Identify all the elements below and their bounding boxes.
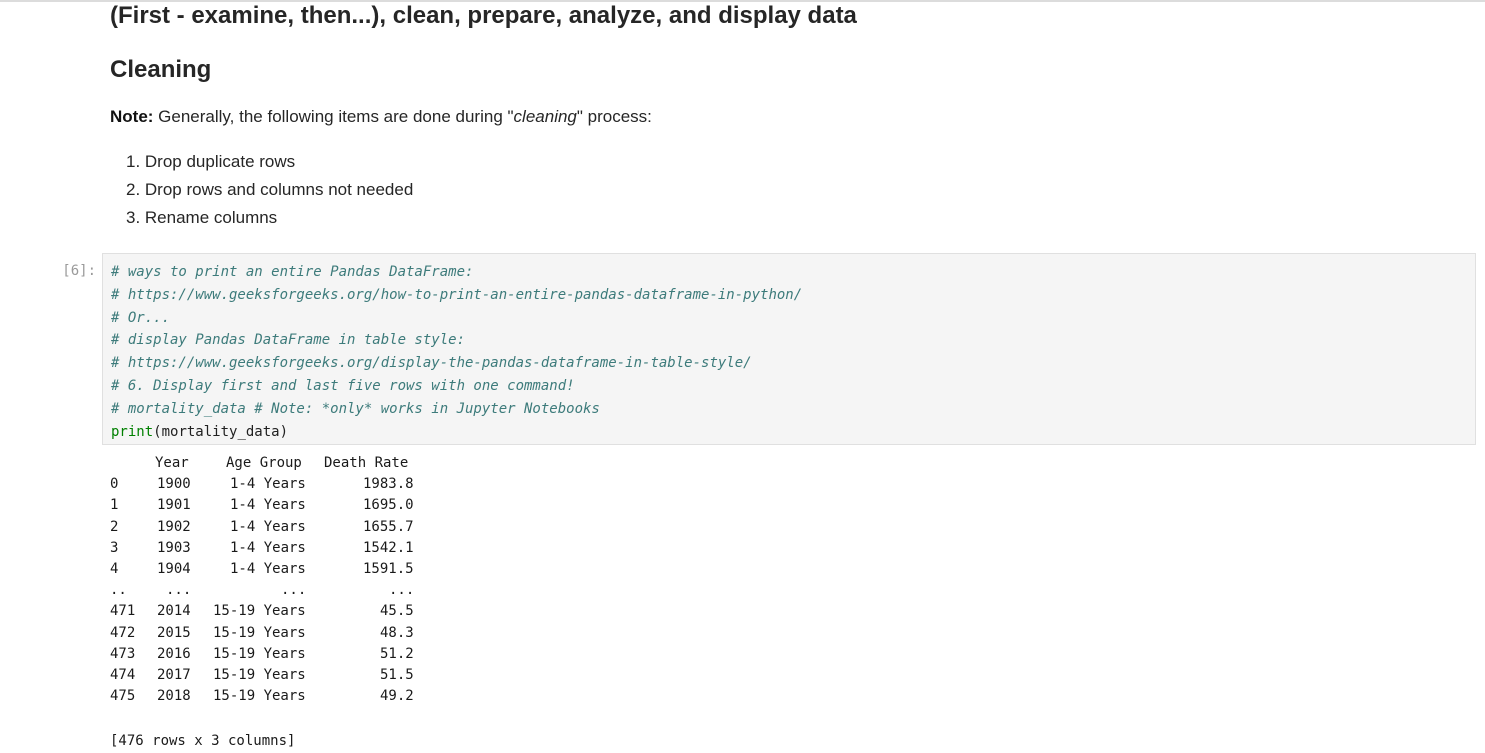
code-comment-line: # display Pandas DataFrame in table styl… — [111, 332, 466, 349]
cell-year: 1904 — [157, 560, 191, 577]
cleaning-steps-list: 1. Drop duplicate rows 2. Drop rows and … — [126, 150, 413, 234]
cell-death-rate: 1695.0 — [363, 497, 414, 514]
note-label: Note: — [110, 107, 154, 126]
cell-age-group: 15-19 Years — [213, 688, 306, 705]
row-index: 472 — [110, 624, 136, 641]
step-item: 1. Drop duplicate rows — [126, 152, 296, 171]
cell-year: 2018 — [157, 688, 191, 705]
cell-year: 2015 — [157, 624, 191, 641]
row-index: .. — [110, 582, 127, 599]
code-comment-line: # Or... — [111, 309, 171, 326]
cell-year: 1903 — [157, 539, 191, 556]
note-paragraph: Note: Generally, the following items are… — [110, 105, 652, 129]
code-lines: # ways to print an entire Pandas DataFra… — [111, 261, 802, 443]
cell-death-rate: ... — [389, 582, 415, 599]
code-comment-line: # ways to print an entire Pandas DataFra… — [111, 264, 474, 280]
cell-age-group: 1-4 Years — [230, 539, 306, 556]
output-header-year: Year — [155, 455, 189, 471]
code-function-name: print — [111, 423, 154, 440]
step-item: 3. Rename columns — [126, 208, 278, 227]
cell-age-group: 1-4 Years — [230, 497, 306, 514]
section-heading-main: (First - examine, then...), clean, prepa… — [110, 2, 857, 29]
cell-year: 1901 — [157, 497, 191, 514]
row-index: 1 — [110, 497, 119, 514]
cell-death-rate: 49.2 — [380, 688, 414, 705]
cell-execution-prompt: [6]: — [62, 263, 96, 279]
cell-year: 2017 — [157, 666, 191, 683]
row-index: 474 — [110, 666, 136, 683]
cell-age-group: 1-4 Years — [230, 518, 306, 535]
code-function-args: (mortality_data) — [153, 423, 289, 440]
note-text-after: " process: — [576, 107, 652, 126]
cell-age-group: 15-19 Years — [213, 666, 306, 683]
output-summary: [476 rows x 3 columns] — [110, 733, 296, 749]
cell-death-rate: 1542.1 — [363, 539, 414, 556]
code-comment-line: # 6. Display first and last five rows wi… — [111, 377, 575, 394]
row-index: 3 — [110, 539, 119, 556]
cell-age-group: 1-4 Years — [230, 476, 306, 493]
cell-death-rate: 1983.8 — [363, 476, 414, 493]
code-print-line: print(mortality_data) — [111, 424, 288, 440]
note-italic-word: cleaning — [513, 107, 577, 126]
note-text-before: Generally, the following items are done … — [153, 107, 514, 126]
cell-age-group: 1-4 Years — [230, 560, 306, 577]
row-index: 471 — [110, 603, 136, 620]
cell-death-rate: 51.2 — [380, 645, 414, 662]
code-comment-line: # https://www.geeksforgeeks.org/display-… — [111, 355, 752, 372]
cell-age-group: 15-19 Years — [213, 645, 306, 662]
cell-age-group: 15-19 Years — [213, 624, 306, 641]
row-index: 0 — [110, 476, 119, 493]
cell-death-rate: 48.3 — [380, 624, 414, 641]
cell-age-group: ... — [281, 582, 307, 599]
step-item: 2. Drop rows and columns not needed — [126, 180, 414, 199]
output-header-age-group: Age Group — [226, 455, 302, 471]
cell-year: 2014 — [157, 603, 191, 620]
cell-death-rate: 1655.7 — [363, 518, 414, 535]
cell-year: 1900 — [157, 476, 191, 493]
cell-year: 1902 — [157, 518, 191, 535]
cell-death-rate: 45.5 — [380, 603, 414, 620]
output-header-death-rate: Death Rate — [324, 455, 409, 471]
row-index: 4 — [110, 560, 119, 577]
cell-death-rate: 1591.5 — [363, 560, 414, 577]
code-comment-line: # mortality_data # Note: *only* works in… — [111, 400, 600, 417]
cell-age-group: 15-19 Years — [213, 603, 306, 620]
cell-death-rate: 51.5 — [380, 666, 414, 683]
code-cell-editor[interactable]: # ways to print an entire Pandas DataFra… — [102, 253, 1476, 445]
code-comment-line: # https://www.geeksforgeeks.org/how-to-p… — [111, 286, 803, 303]
cell-year: 2016 — [157, 645, 191, 662]
cell-year: ... — [166, 582, 192, 599]
row-index: 2 — [110, 518, 119, 535]
row-index: 473 — [110, 645, 136, 662]
section-heading-cleaning: Cleaning — [110, 56, 212, 83]
row-index: 475 — [110, 688, 136, 705]
